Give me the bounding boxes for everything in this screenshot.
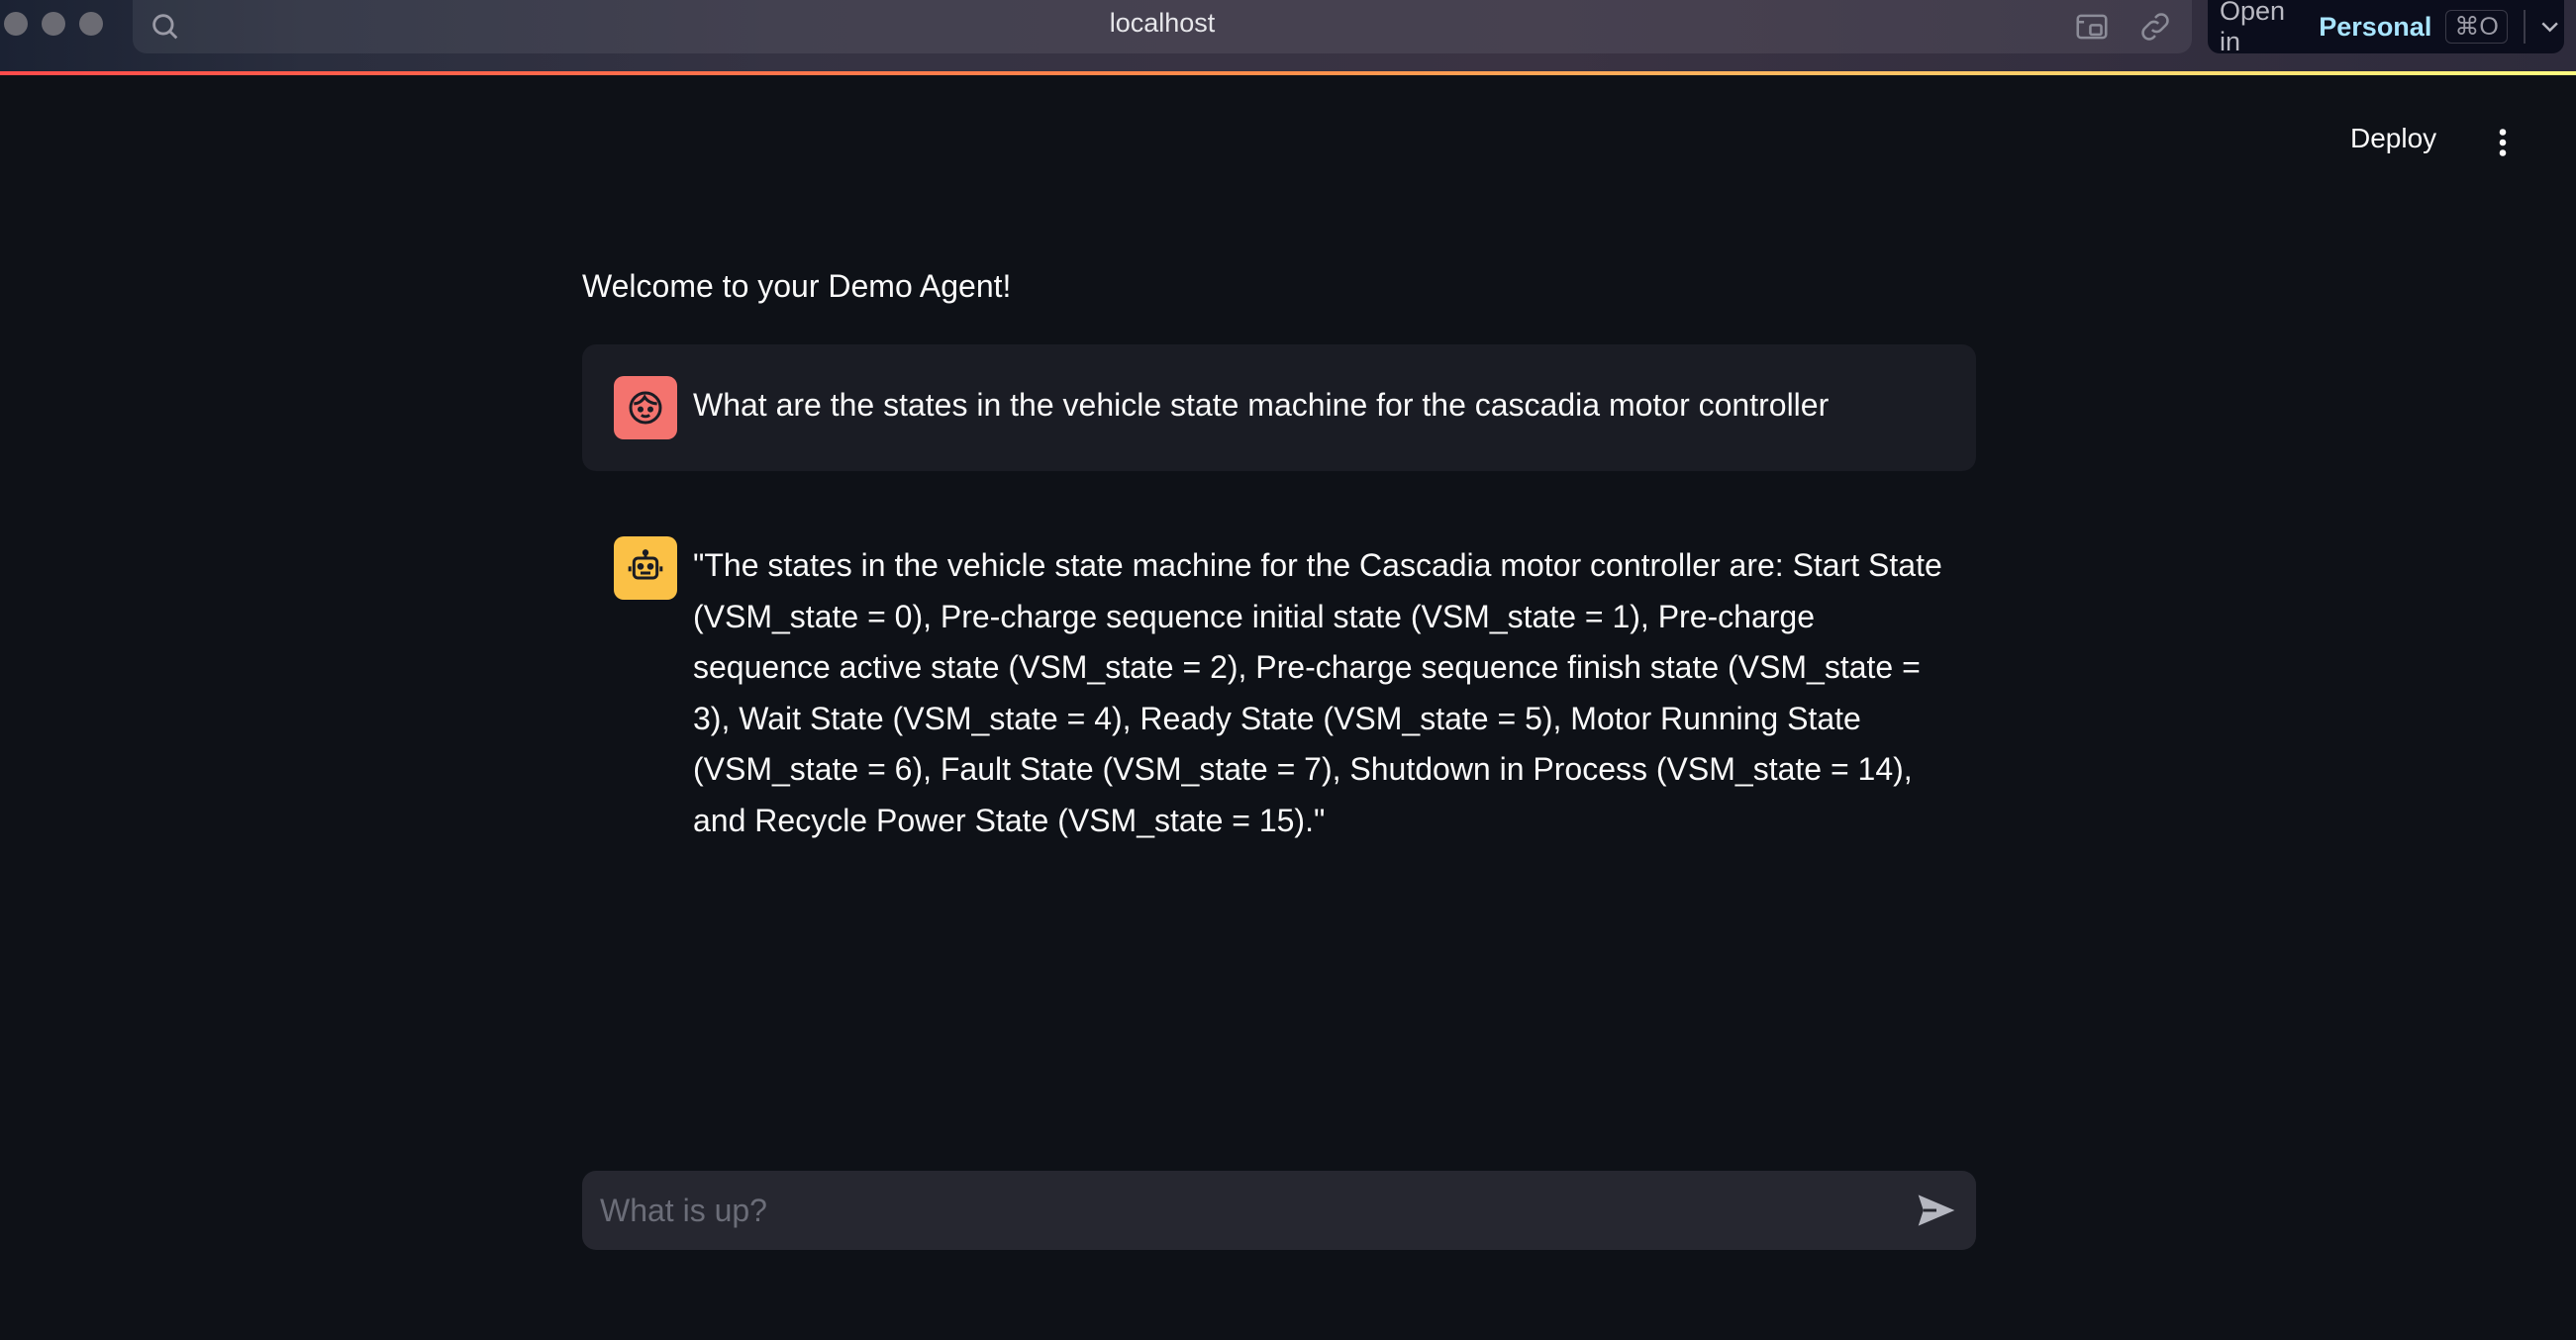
page-progress-bar [0,71,2576,75]
chevron-down-icon[interactable] [2535,12,2564,42]
assistant-avatar [614,536,677,600]
divider [2523,10,2526,44]
open-in-prefix: Open in [2220,0,2286,56]
maximize-window-button[interactable] [79,12,103,36]
main-content: Welcome to your Demo Agent! What are the… [582,257,1976,878]
picture-in-picture-icon[interactable] [2073,8,2111,46]
keyboard-shortcut-badge: ⌘O [2445,10,2508,44]
open-in-target: Personal [2319,11,2432,42]
chat-input-container [582,1171,1976,1250]
user-message-text: What are the states in the vehicle state… [693,387,1830,423]
close-window-button[interactable] [4,12,28,36]
robot-icon [628,549,663,580]
browser-toolbar: localhost Open in Personal ⌘O [0,0,2576,71]
assistant-message: "The states in the vehicle state machine… [582,505,1976,878]
kebab-menu-icon[interactable] [2485,125,2521,160]
welcome-heading: Welcome to your Demo Agent! [582,268,1012,304]
assistant-message-text: "The states in the vehicle state machine… [693,547,1942,838]
chat-input[interactable] [582,1171,1889,1250]
window-controls [4,12,103,36]
address-url: localhost [1109,8,1216,38]
send-icon[interactable] [1915,1189,1958,1232]
user-message: What are the states in the vehicle state… [582,344,1976,471]
user-avatar [614,376,677,439]
address-actions [2073,8,2174,46]
link-icon[interactable] [2136,8,2174,46]
minimize-window-button[interactable] [42,12,65,36]
deploy-button[interactable]: Deploy [2350,123,2436,154]
open-in-button[interactable]: Open in Personal ⌘O [2208,0,2564,56]
face-icon [629,391,662,425]
address-bar[interactable]: localhost [133,0,2192,53]
